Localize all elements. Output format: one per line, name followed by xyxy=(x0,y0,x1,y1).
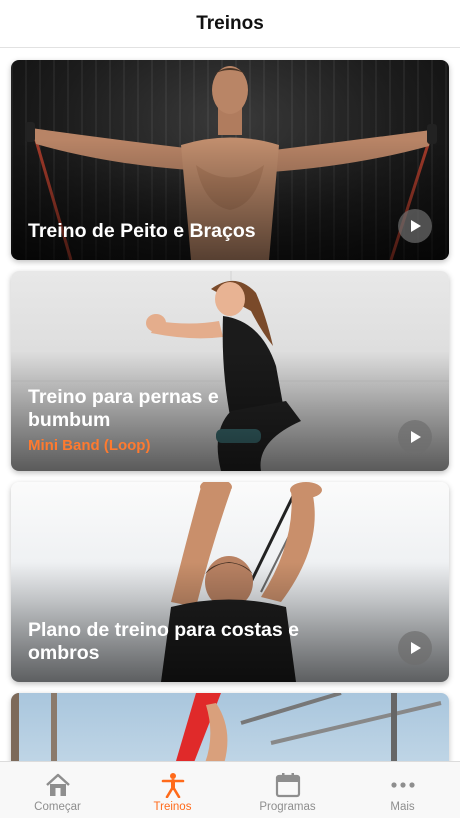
card-text: Treino de Peito e Braços xyxy=(28,220,369,243)
tab-label: Programas xyxy=(259,801,316,813)
page-title: Treinos xyxy=(196,12,264,34)
play-icon xyxy=(411,431,421,443)
exercise-person-icon xyxy=(161,773,184,798)
card-title: Treino de Peito e Braços xyxy=(28,220,256,242)
home-icon xyxy=(45,773,70,796)
tab-treinos[interactable]: Treinos xyxy=(115,762,230,818)
card-text: Plano de treino para costas e ombros xyxy=(28,619,369,665)
play-button[interactable] xyxy=(398,209,432,243)
card-title: Treino para pernas e bumbum xyxy=(28,386,219,431)
more-dots-icon xyxy=(390,782,415,788)
top-bar: Treinos xyxy=(0,0,460,48)
workout-card-back-shoulders[interactable]: Plano de treino para costas e ombros xyxy=(11,482,449,682)
tab-comecar[interactable]: Começar xyxy=(0,762,115,818)
card-subtitle: Mini Band (Loop) xyxy=(28,437,151,454)
tab-mais[interactable]: Mais xyxy=(345,762,460,818)
play-icon xyxy=(411,220,421,232)
calendar-icon xyxy=(275,773,300,798)
tab-programas[interactable]: Programas xyxy=(230,762,345,818)
card-title: Plano de treino para costas e ombros xyxy=(28,619,299,664)
tab-label: Treinos xyxy=(153,801,192,813)
tab-label: Mais xyxy=(390,801,415,813)
play-icon xyxy=(411,642,421,654)
play-button[interactable] xyxy=(398,631,432,665)
bottom-tab-bar: Começar Treinos Programas Mais xyxy=(0,761,460,818)
tab-label: Começar xyxy=(34,801,81,813)
card-text: Treino para pernas e bumbum Mini Band (L… xyxy=(28,386,369,454)
workout-card-legs-glutes[interactable]: Treino para pernas e bumbum Mini Band (L… xyxy=(11,271,449,471)
workout-card-chest-arms[interactable]: Treino de Peito e Braços xyxy=(11,60,449,260)
play-button[interactable] xyxy=(398,420,432,454)
